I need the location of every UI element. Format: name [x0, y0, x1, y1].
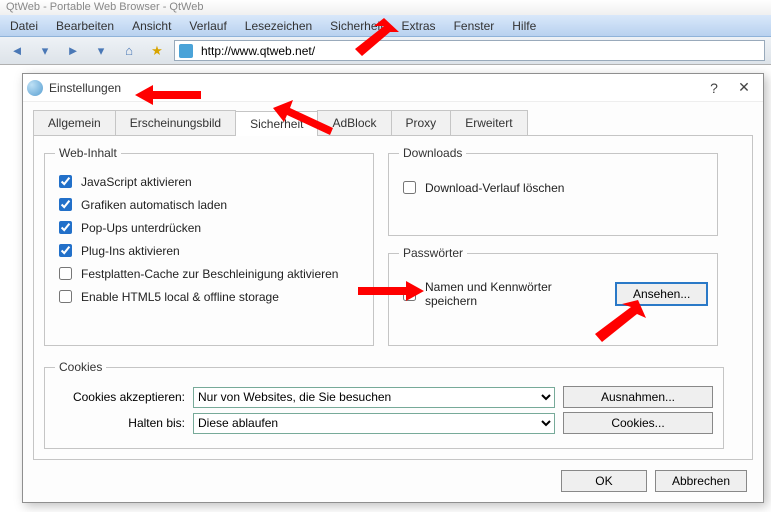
dialog-title: Einstellungen	[49, 81, 699, 95]
label-javascript: JavaScript aktivieren	[81, 175, 192, 189]
checkbox-clear-downloads[interactable]	[403, 181, 416, 194]
tabstrip: Allgemein Erscheinungsbild Sicherheit Ad…	[33, 110, 753, 136]
legend-passwords: Passwörter	[399, 246, 467, 260]
legend-downloads: Downloads	[399, 146, 466, 160]
tab-adblock[interactable]: AdBlock	[317, 110, 391, 135]
nav-forward-icon[interactable]: ►	[62, 41, 84, 61]
group-passwords: Passwörter Namen und Kennwörter speicher…	[388, 246, 718, 346]
menu-fenster[interactable]: Fenster	[454, 19, 495, 33]
tab-erscheinungsbild[interactable]: Erscheinungsbild	[115, 110, 236, 135]
label-save-passwords: Namen und Kennwörter speichern	[425, 280, 606, 308]
tab-allgemein[interactable]: Allgemein	[33, 110, 116, 135]
home-icon[interactable]: ⌂	[118, 41, 140, 61]
menu-lesezeichen[interactable]: Lesezeichen	[245, 19, 312, 33]
tab-proxy[interactable]: Proxy	[391, 110, 452, 135]
toolbar: ◄ ▾ ► ▾ ⌂ ★	[0, 37, 771, 65]
legend-webcontent: Web-Inhalt	[55, 146, 121, 160]
exceptions-button[interactable]: Ausnahmen...	[563, 386, 713, 408]
checkbox-javascript[interactable]	[59, 175, 72, 188]
group-cookies: Cookies Cookies akzeptieren: Nur von Web…	[44, 360, 724, 449]
group-webcontent: Web-Inhalt JavaScript aktivieren Grafike…	[44, 146, 374, 346]
nav-back-icon[interactable]: ◄	[6, 41, 28, 61]
label-cookies-keep: Halten bis:	[55, 416, 185, 430]
checkbox-popups[interactable]	[59, 221, 72, 234]
nav-dropdown-icon[interactable]: ▾	[34, 41, 56, 61]
legend-cookies: Cookies	[55, 360, 106, 374]
menu-ansicht[interactable]: Ansicht	[132, 19, 171, 33]
checkbox-cache[interactable]	[59, 267, 72, 280]
favicon-icon	[179, 44, 193, 58]
help-button[interactable]: ?	[699, 78, 729, 98]
tab-content: Web-Inhalt JavaScript aktivieren Grafike…	[33, 136, 753, 460]
settings-dialog: Einstellungen ? ✕ Allgemein Erscheinungs…	[22, 73, 764, 503]
checkbox-save-passwords[interactable]	[403, 288, 416, 301]
url-bar[interactable]	[174, 40, 765, 61]
checkbox-grafiken[interactable]	[59, 198, 72, 211]
window-title: QtWeb - Portable Web Browser - QtWeb	[0, 0, 771, 15]
menu-bearbeiten[interactable]: Bearbeiten	[56, 19, 114, 33]
select-cookies-accept[interactable]: Nur von Websites, die Sie besuchen	[193, 387, 555, 408]
label-plugins: Plug-Ins aktivieren	[81, 244, 180, 258]
bookmarks-icon[interactable]: ★	[146, 41, 168, 61]
label-grafiken: Grafiken automatisch laden	[81, 198, 227, 212]
nav-dropdown2-icon[interactable]: ▾	[90, 41, 112, 61]
checkbox-html5storage[interactable]	[59, 290, 72, 303]
label-html5storage: Enable HTML5 local & offline storage	[81, 290, 279, 304]
tab-erweitert[interactable]: Erweitert	[450, 110, 527, 135]
label-cookies-accept: Cookies akzeptieren:	[55, 390, 185, 404]
menu-verlauf[interactable]: Verlauf	[189, 19, 226, 33]
menu-hilfe[interactable]: Hilfe	[512, 19, 536, 33]
ok-button[interactable]: OK	[561, 470, 647, 492]
menu-sicherheit[interactable]: Sicherheit	[330, 19, 383, 33]
menu-extras[interactable]: Extras	[402, 19, 436, 33]
menu-datei[interactable]: Datei	[10, 19, 38, 33]
label-clear-downloads: Download-Verlauf löschen	[425, 181, 564, 195]
dialog-icon	[27, 80, 43, 96]
label-popups: Pop-Ups unterdrücken	[81, 221, 201, 235]
checkbox-plugins[interactable]	[59, 244, 72, 257]
dialog-titlebar: Einstellungen ? ✕	[23, 74, 763, 102]
select-cookies-keep[interactable]: Diese ablaufen	[193, 413, 555, 434]
tab-sicherheit[interactable]: Sicherheit	[235, 111, 318, 136]
group-downloads: Downloads Download-Verlauf löschen	[388, 146, 718, 236]
cookies-button[interactable]: Cookies...	[563, 412, 713, 434]
close-button[interactable]: ✕	[729, 78, 759, 98]
cancel-button[interactable]: Abbrechen	[655, 470, 747, 492]
view-passwords-button[interactable]: Ansehen...	[616, 283, 707, 305]
url-input[interactable]	[197, 44, 764, 58]
label-cache: Festplatten-Cache zur Beschleinigung akt…	[81, 267, 338, 281]
menubar: Datei Bearbeiten Ansicht Verlauf Lesezei…	[0, 15, 771, 37]
